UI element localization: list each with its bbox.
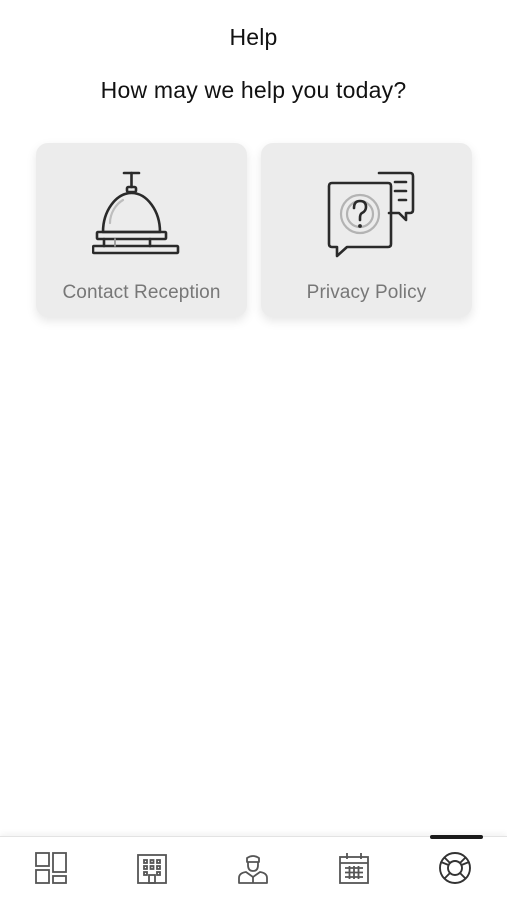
page-title: Help — [229, 24, 278, 50]
tab-help[interactable] — [404, 837, 505, 900]
contact-reception-card[interactable]: Contact Reception — [36, 143, 247, 317]
page-subtitle: How may we help you today? — [100, 77, 407, 103]
tab-calendar[interactable] — [303, 837, 404, 900]
tab-concierge[interactable] — [202, 837, 303, 900]
privacy-policy-label: Privacy Policy — [306, 282, 427, 303]
calendar-icon — [338, 853, 369, 884]
privacy-policy-chat-icon — [327, 171, 414, 258]
reception-bell-icon — [91, 171, 179, 255]
privacy-policy-card[interactable]: Privacy Policy — [261, 143, 472, 317]
bottom-tab-bar — [0, 835, 507, 900]
help-options: Contact Reception Privacy Policy — [36, 143, 472, 319]
tab-dashboard[interactable] — [0, 837, 101, 900]
lifebuoy-help-icon — [438, 852, 471, 884]
contact-reception-label: Contact Reception — [62, 282, 221, 303]
hotel-building-icon — [136, 854, 167, 884]
dashboard-icon — [34, 852, 67, 884]
tab-hotel[interactable] — [101, 837, 202, 900]
concierge-icon — [237, 855, 268, 884]
